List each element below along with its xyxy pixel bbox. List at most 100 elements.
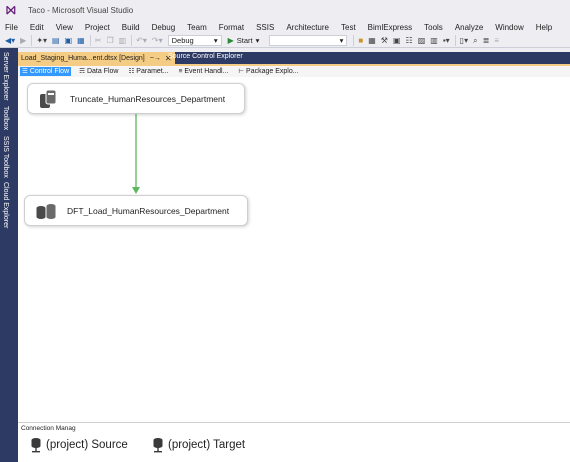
chevron-down-icon: ▾ xyxy=(255,36,260,45)
menu-tools[interactable]: Tools xyxy=(424,23,443,32)
visual-studio-logo-icon: ⨝ xyxy=(6,3,16,17)
menu-test[interactable]: Test xyxy=(341,23,356,32)
save-icon[interactable]: ▣ xyxy=(65,35,73,47)
menu-architecture[interactable]: Architecture xyxy=(286,23,329,32)
toolbar-separator xyxy=(353,35,355,46)
cloud-explorer-tab[interactable]: Cloud Explorer xyxy=(2,182,9,228)
standard-toolbar: ◀▾ ▶ ✦▾ ▤ ▣ ▦ ✂ ❐ ▥ ↶▾ ↷▾ Debug ▾ ▶ Star… xyxy=(0,34,570,48)
event-handlers-icon: ≡ xyxy=(178,68,183,75)
toolbar-separator xyxy=(89,35,91,46)
tab-event-handlers[interactable]: ≡ Event Handl... xyxy=(177,67,231,76)
connection-manager-label: (project) Source xyxy=(46,439,128,451)
database-connection-icon xyxy=(31,438,41,453)
connection-managers-panel: Connection Manag (project) Source (proje… xyxy=(18,422,570,462)
redo-icon[interactable]: ↷▾ xyxy=(152,35,163,47)
source-control-explorer-tab[interactable]: Source Control Explorer xyxy=(168,53,243,60)
copy-icon[interactable]: ❐ xyxy=(106,35,113,47)
cut-icon[interactable]: ✂ xyxy=(95,35,102,47)
window-title: Taco - Microsoft Visual Studio xyxy=(28,5,134,15)
variables-icon[interactable]: ☷ xyxy=(406,35,413,47)
pin-icon[interactable]: −→ xyxy=(150,55,161,62)
menu-project[interactable]: Project xyxy=(85,23,110,32)
title-bar: ⨝ Taco - Microsoft Visual Studio xyxy=(0,0,570,20)
task-truncate-humanresources-department[interactable]: Truncate_HumanResources_Department xyxy=(27,83,245,114)
paste-icon[interactable]: ▥ xyxy=(119,35,127,47)
toolbox-icon[interactable]: ▣ xyxy=(393,35,401,47)
uncomment-icon[interactable]: ≡ xyxy=(494,35,499,47)
folder-icon[interactable]: ■ xyxy=(358,35,363,47)
toolbar-separator xyxy=(454,35,456,46)
menu-team[interactable]: Team xyxy=(187,23,207,32)
precedence-constraints xyxy=(132,114,140,194)
document-well: Load_Staging_Huma...ent.dtsx [Design] −→… xyxy=(18,48,570,462)
menu-bimlexpress[interactable]: BimlExpress xyxy=(368,23,412,32)
start-label: Start xyxy=(236,36,253,45)
menu-build[interactable]: Build xyxy=(122,23,140,32)
tab-package-explorer-label: Package Explo... xyxy=(246,68,299,75)
connection-manager-source[interactable]: (project) Source xyxy=(30,437,128,453)
solution-platform-dropdown[interactable]: ▾ xyxy=(269,35,348,46)
tab-data-flow-label: Data Flow xyxy=(86,68,119,75)
comment-icon[interactable]: ≣ xyxy=(483,35,490,47)
output-icon[interactable]: ▥ xyxy=(430,35,438,47)
properties-icon[interactable]: ▦ xyxy=(368,35,376,47)
tab-data-flow[interactable]: ☴ Data Flow xyxy=(77,67,120,76)
package-designer-tab-label: Load_Staging_Huma...ent.dtsx [Design] xyxy=(21,54,145,62)
parameters-icon[interactable]: ▨ xyxy=(418,35,426,47)
toolbar-separator xyxy=(31,35,33,46)
connection-manager-target[interactable]: (project) Target xyxy=(152,437,245,453)
side-tool-window-bar: Server Explorer Toolbox SSIS Toolbox Clo… xyxy=(0,48,18,462)
menu-view[interactable]: View xyxy=(56,23,73,32)
terminal-icon[interactable]: ▪▾ xyxy=(443,35,450,47)
parameters-tab-icon: ☷ xyxy=(128,68,135,75)
toolbox-tab[interactable]: Toolbox xyxy=(2,106,9,130)
tab-package-explorer[interactable]: ⊢ Package Explo... xyxy=(236,67,300,76)
tab-event-handlers-label: Event Handl... xyxy=(184,68,229,75)
undo-icon[interactable]: ↶▾ xyxy=(136,35,147,47)
connection-manager-label: (project) Target xyxy=(168,439,246,451)
task-label: DFT_Load_HumanResources_Department xyxy=(67,205,230,216)
solution-configuration-value: Debug xyxy=(171,36,194,45)
tab-parameters-label: Paramet... xyxy=(136,68,169,75)
tab-control-flow[interactable]: ☰ Control Flow xyxy=(20,67,72,76)
menu-debug[interactable]: Debug xyxy=(152,23,176,32)
menu-window[interactable]: Window xyxy=(495,23,523,32)
connection-managers-title: Connection Manag xyxy=(21,425,76,432)
start-button[interactable]: ▶ Start ▾ xyxy=(228,36,260,45)
play-icon: ▶ xyxy=(227,36,234,45)
data-flow-task-icon xyxy=(36,203,56,219)
designer-tab-bar: ☰ Control Flow ☴ Data Flow ☷ Paramet... ≡ Ev… xyxy=(18,66,570,77)
data-flow-icon: ☴ xyxy=(79,68,85,75)
control-flow-icon: ☰ xyxy=(22,68,28,75)
navigate-back-icon[interactable]: ◀▾ xyxy=(5,35,15,47)
save-all-icon[interactable]: ▦ xyxy=(77,35,85,47)
tab-parameters[interactable]: ☷ Paramet... xyxy=(126,67,170,76)
wrench-icon[interactable]: ⚒ xyxy=(381,35,388,47)
precedence-constraint-arrow xyxy=(132,187,140,194)
package-explorer-icon: ⊢ xyxy=(238,68,245,75)
toolbar-separator xyxy=(131,35,133,46)
menu-ssis[interactable]: SSIS xyxy=(256,23,274,32)
ssis-toolbox-tab[interactable]: SSIS Toolbox xyxy=(2,136,9,178)
menu-file[interactable]: File xyxy=(5,23,18,32)
server-explorer-tab[interactable]: Server Explorer xyxy=(2,52,9,101)
menu-analyze[interactable]: Analyze xyxy=(455,23,483,32)
task-dft-load-humanresources-department[interactable]: DFT_Load_HumanResources_Department xyxy=(24,195,248,226)
tab-control-flow-label: Control Flow xyxy=(29,68,70,75)
document-icon[interactable]: ▯▾ xyxy=(460,35,468,47)
menu-help[interactable]: Help xyxy=(536,23,552,32)
menu-bar: File Edit View Project Build Debug Team … xyxy=(0,20,570,34)
package-designer-tab[interactable]: Load_Staging_Huma...ent.dtsx [Design] −→… xyxy=(18,52,175,64)
menu-edit[interactable]: Edit xyxy=(30,23,44,32)
open-file-icon[interactable]: ▤ xyxy=(52,35,60,47)
document-tab-strip: Load_Staging_Huma...ent.dtsx [Design] −→… xyxy=(18,52,570,66)
zoom-icon[interactable]: ⌕ xyxy=(473,35,477,47)
control-flow-canvas[interactable]: Truncate_HumanResources_Department DFT_L… xyxy=(18,77,570,422)
new-project-icon[interactable]: ✦▾ xyxy=(36,35,47,47)
chevron-down-icon: ▾ xyxy=(339,36,344,45)
menu-format[interactable]: Format xyxy=(219,23,244,32)
execute-sql-task-icon xyxy=(40,89,57,108)
task-label: Truncate_HumanResources_Department xyxy=(70,93,226,104)
solution-configuration-dropdown[interactable]: Debug ▾ xyxy=(167,35,222,46)
navigate-forward-icon[interactable]: ▶ xyxy=(20,35,26,47)
